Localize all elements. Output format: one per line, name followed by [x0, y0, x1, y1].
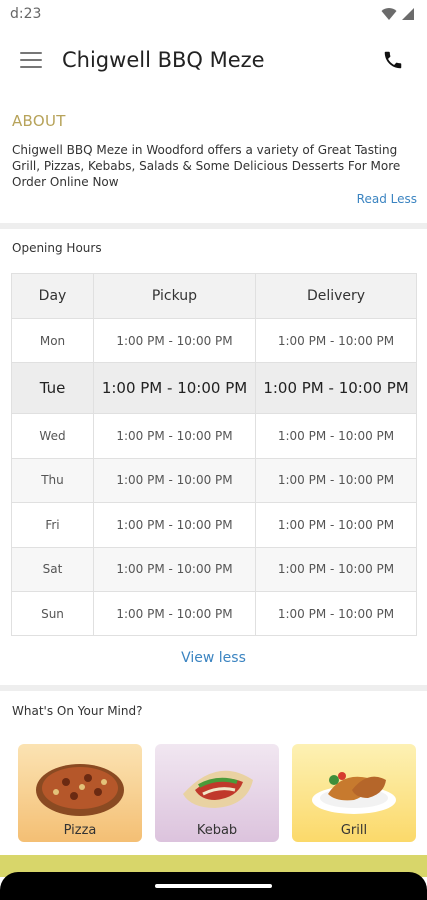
category-label: Kebab: [196, 823, 238, 838]
opening-hours-heading: Opening Hours: [12, 241, 102, 255]
delivery-hours-cell: 1:00 PM - 10:00 PM: [255, 413, 417, 459]
about-heading: ABOUT: [12, 112, 66, 130]
delivery-hours-cell: 1:00 PM - 10:00 PM: [255, 590, 417, 637]
category-card-grill[interactable]: Grill: [292, 744, 416, 842]
day-cell: Thu: [11, 457, 94, 504]
table-row: Mon 1:00 PM - 10:00 PM 1:00 PM - 10:00 P…: [11, 317, 417, 364]
pickup-hours-cell: 1:00 PM - 10:00 PM: [93, 546, 256, 592]
delivery-hours-cell: 1:00 PM - 10:00 PM: [255, 502, 417, 548]
view-less-link[interactable]: View less: [0, 650, 427, 666]
category-label: Grill: [340, 823, 368, 838]
table-row: Thu 1:00 PM - 10:00 PM 1:00 PM - 10:00 P…: [11, 457, 417, 504]
day-cell: Sun: [11, 590, 94, 637]
category-card-kebab[interactable]: Kebab: [155, 744, 279, 842]
delivery-hours-cell: 1:00 PM - 10:00 PM: [255, 317, 417, 364]
category-list: Pizza Kebab Grill: [18, 744, 416, 842]
pickup-hours-cell: 1:00 PM - 10:00 PM: [93, 457, 256, 504]
day-cell: Wed: [11, 413, 94, 459]
delivery-hours-cell: 1:00 PM - 10:00 PM: [255, 457, 417, 504]
about-description: Chigwell BBQ Meze in Woodford offers a v…: [12, 143, 401, 189]
status-time: d:23: [10, 6, 42, 22]
pickup-hours-cell: 1:00 PM - 10:00 PM: [93, 413, 256, 459]
delivery-hours-cell: 1:00 PM - 10:00 PM: [255, 546, 417, 592]
hamburger-menu-icon[interactable]: [20, 52, 42, 68]
table-row: Fri 1:00 PM - 10:00 PM 1:00 PM - 10:00 P…: [11, 502, 417, 548]
about-section: ABOUT Chigwell BBQ Meze in Woodford offe…: [12, 112, 417, 206]
opening-hours-table: Day Pickup Delivery Mon 1:00 PM - 10:00 …: [11, 273, 417, 637]
section-divider: [0, 223, 427, 229]
pickup-hours-cell: 1:00 PM - 10:00 PM: [93, 362, 256, 415]
pickup-hours-cell: 1:00 PM - 10:00 PM: [93, 590, 256, 637]
column-header-pickup: Pickup: [93, 273, 256, 319]
category-card-pizza[interactable]: Pizza: [18, 744, 142, 842]
table-row: Wed 1:00 PM - 10:00 PM 1:00 PM - 10:00 P…: [11, 413, 417, 459]
table-row: Sun 1:00 PM - 10:00 PM 1:00 PM - 10:00 P…: [11, 590, 417, 637]
category-label: Pizza: [63, 823, 97, 838]
home-gesture-handle[interactable]: [155, 884, 272, 888]
day-cell: Fri: [11, 502, 94, 548]
call-button[interactable]: [379, 46, 407, 74]
day-cell: Sat: [11, 546, 94, 592]
wifi-icon: [381, 8, 397, 20]
grill-icon: [312, 772, 396, 814]
day-cell: Mon: [11, 317, 94, 364]
pickup-hours-cell: 1:00 PM - 10:00 PM: [93, 317, 256, 364]
pizza-icon: [36, 764, 124, 816]
status-bar: d:23: [0, 0, 427, 28]
delivery-hours-cell: 1:00 PM - 10:00 PM: [255, 362, 417, 415]
kebab-icon: [183, 770, 253, 808]
signal-icon: [402, 8, 414, 20]
read-less-link[interactable]: Read Less: [12, 192, 417, 206]
phone-icon: [384, 51, 402, 69]
column-header-day: Day: [11, 273, 94, 319]
table-header-row: Day Pickup Delivery: [11, 273, 417, 319]
app-bar: Chigwell BBQ Meze: [0, 28, 427, 92]
pickup-hours-cell: 1:00 PM - 10:00 PM: [93, 502, 256, 548]
categories-heading: What's On Your Mind?: [12, 704, 143, 718]
table-row-today: Tue 1:00 PM - 10:00 PM 1:00 PM - 10:00 P…: [11, 362, 417, 415]
status-icons: [381, 7, 415, 21]
day-cell: Tue: [11, 362, 94, 415]
table-row: Sat 1:00 PM - 10:00 PM 1:00 PM - 10:00 P…: [11, 546, 417, 592]
column-header-delivery: Delivery: [255, 273, 417, 319]
page-title: Chigwell BBQ Meze: [62, 48, 265, 72]
section-divider: [0, 685, 427, 691]
